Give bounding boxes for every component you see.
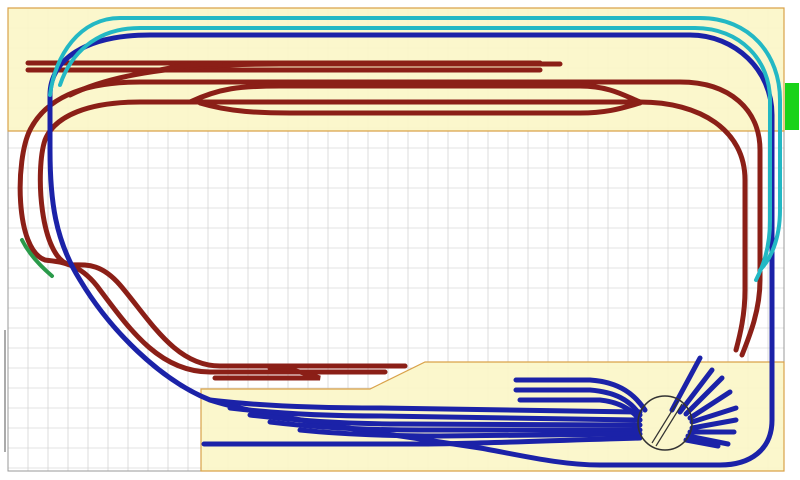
layout-canvas[interactable] — [0, 0, 800, 480]
red-track-main-inner[interactable] — [37, 99, 748, 369]
track-plan[interactable] — [0, 0, 800, 480]
green-connector-marker[interactable] — [785, 83, 799, 130]
